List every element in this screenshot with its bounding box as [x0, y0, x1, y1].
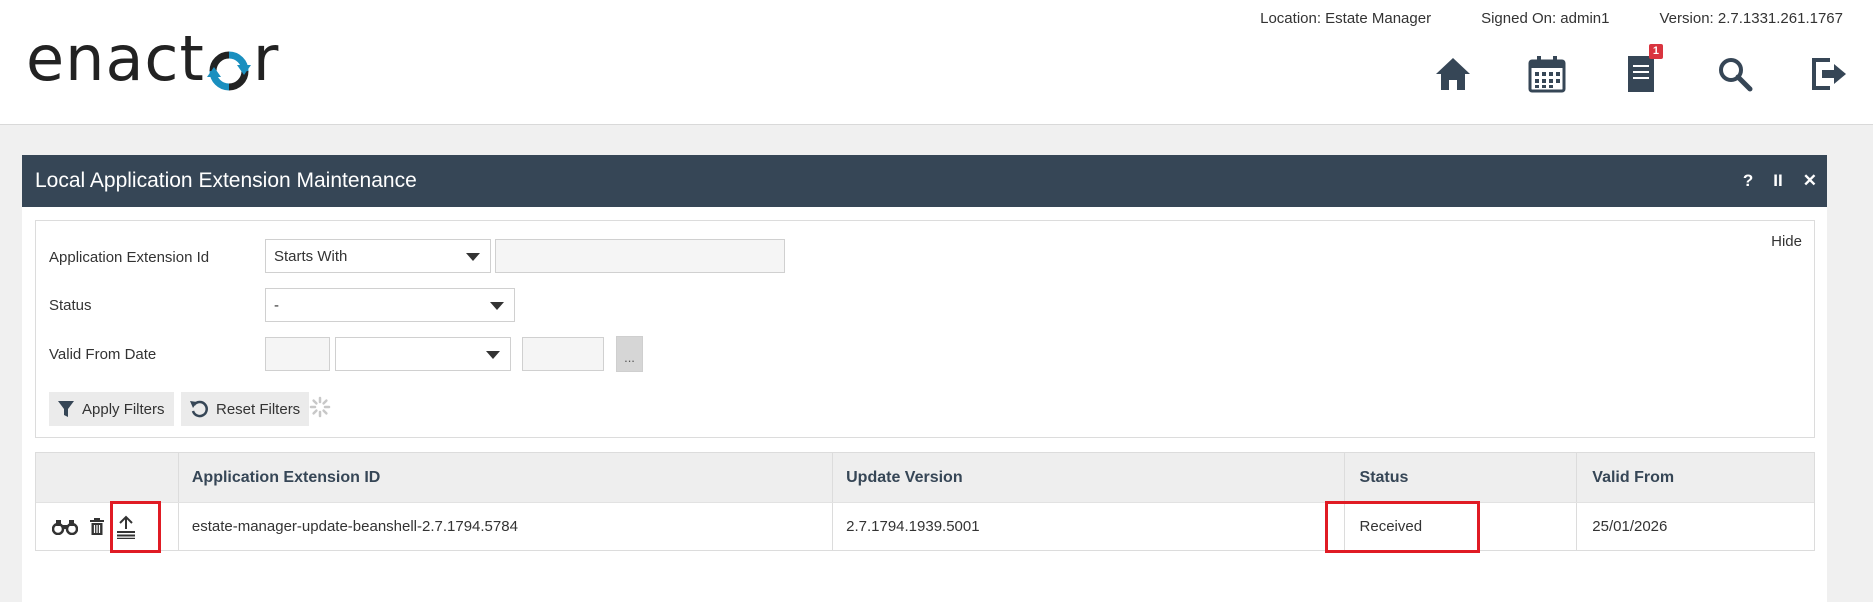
reset-icon: [190, 400, 208, 418]
chevron-down-icon: [466, 253, 480, 261]
enactor-logo: enact r: [26, 22, 280, 95]
notification-badge: 1: [1648, 44, 1663, 59]
table-header: Application Extension ID Update Version …: [36, 453, 1814, 502]
panel-header: Local Application Extension Maintenance …: [22, 155, 1827, 207]
panel-controls: ? II ✕: [1743, 155, 1817, 207]
table-row[interactable]: estate-manager-update-beanshell-2.7.1794…: [36, 502, 1814, 550]
maintenance-panel: Local Application Extension Maintenance …: [22, 155, 1827, 602]
trash-icon[interactable]: [90, 518, 104, 535]
header-icon-bar: 1: [1431, 44, 1851, 96]
reset-filters-label: Reset Filters: [216, 400, 301, 418]
reset-filters-button[interactable]: Reset Filters: [181, 392, 310, 426]
pause-button[interactable]: II: [1773, 171, 1782, 191]
date-picker-button[interactable]: ...: [616, 336, 643, 372]
upload-highlight-box: [110, 501, 161, 553]
signed-on-text: Signed On: admin1: [1481, 10, 1610, 27]
valid-from-month-select[interactable]: [335, 337, 511, 371]
document-icon[interactable]: 1: [1619, 44, 1663, 96]
app-ext-id-input[interactable]: [495, 239, 785, 273]
column-header-app-ext-id[interactable]: Application Extension ID: [177, 453, 832, 502]
version-text: Version: 2.7.1331.261.1767: [1659, 10, 1844, 27]
top-bar: enact r Location: Estate Manager Signed …: [0, 0, 1873, 125]
filter-icon: [58, 400, 74, 417]
location-text: Location: Estate Manager: [1260, 10, 1432, 27]
logo-text-left: enact: [26, 22, 205, 95]
results-table: Application Extension ID Update Version …: [35, 452, 1815, 551]
column-header-update-version[interactable]: Update Version: [832, 453, 1343, 502]
update-version-cell: 2.7.1794.1939.5001: [832, 503, 1343, 550]
hide-filters-link[interactable]: Hide: [1771, 233, 1802, 250]
apply-filters-label: Apply Filters: [82, 400, 165, 418]
app-ext-id-operator-value: Starts With: [274, 247, 348, 265]
column-header-valid-from[interactable]: Valid From: [1576, 453, 1814, 502]
column-header-status[interactable]: Status: [1343, 453, 1577, 502]
valid-from-cell: 25/01/2026: [1576, 503, 1814, 550]
home-icon[interactable]: [1431, 52, 1475, 96]
app-ext-id-label: Application Extension Id: [49, 249, 210, 266]
help-button[interactable]: ?: [1743, 171, 1753, 191]
app-ext-id-cell: estate-manager-update-beanshell-2.7.1794…: [177, 503, 832, 550]
logo-text-right: r: [252, 22, 280, 95]
logo-o-arrows-icon: [206, 41, 251, 91]
column-header-actions: [36, 453, 178, 502]
binoculars-icon[interactable]: [52, 519, 78, 535]
session-info: Location: Estate Manager Signed On: admi…: [1260, 10, 1843, 27]
loading-spinner-icon: [309, 396, 331, 418]
chevron-down-icon: [486, 351, 500, 359]
apply-filters-button[interactable]: Apply Filters: [49, 392, 174, 426]
search-icon[interactable]: [1713, 52, 1757, 96]
app-ext-id-operator-select[interactable]: Starts With: [265, 239, 491, 273]
close-button[interactable]: ✕: [1803, 171, 1817, 191]
status-highlight-box: [1325, 501, 1480, 553]
calendar-icon[interactable]: [1525, 52, 1569, 96]
valid-from-day-input[interactable]: [265, 337, 330, 371]
status-label: Status: [49, 297, 92, 314]
valid-from-date-label: Valid From Date: [49, 346, 157, 363]
chevron-down-icon: [490, 302, 504, 310]
valid-from-year-input[interactable]: [522, 337, 604, 371]
logout-icon[interactable]: [1807, 52, 1851, 96]
filter-section: Hide Application Extension Id Starts Wit…: [35, 220, 1815, 438]
status-select[interactable]: -: [265, 288, 515, 322]
status-select-value: -: [274, 296, 279, 314]
panel-title: Local Application Extension Maintenance: [35, 169, 417, 192]
